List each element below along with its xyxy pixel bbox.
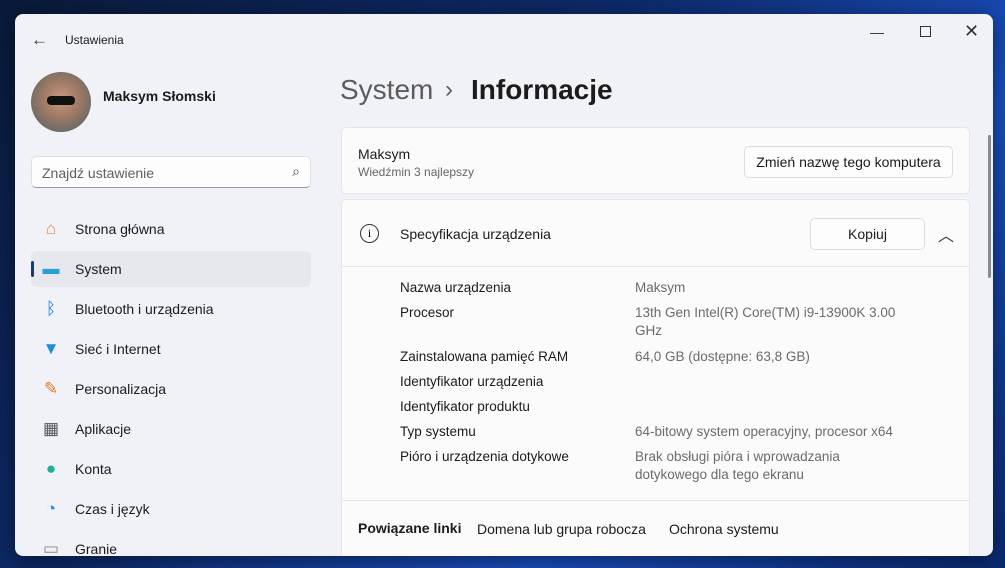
bluetooth-icon: ᛒ bbox=[45, 299, 57, 318]
sidebar-item-label: System bbox=[75, 261, 122, 277]
specs-header[interactable]: i Specyfikacja urządzenia Kopiuj ︿ bbox=[342, 200, 969, 267]
spec-label: Typ systemu bbox=[400, 424, 476, 439]
sidebar-item-2[interactable]: ᛒ Bluetooth i urządzenia bbox=[31, 291, 311, 327]
selection-indicator bbox=[31, 261, 34, 277]
spec-value: 64,0 GB (dostępne: 63,8 GB) bbox=[635, 349, 810, 364]
person-icon: ● bbox=[45, 459, 57, 478]
close-button[interactable]: ✕ bbox=[964, 21, 979, 42]
sidebar-item-label: Personalizacja bbox=[75, 381, 167, 397]
sidebar-item-1[interactable]: ▬ System bbox=[31, 251, 311, 287]
sidebar-item-label: Aplikacje bbox=[75, 421, 132, 437]
sidebar-item-3[interactable]: ▼ Sieć i Internet bbox=[31, 331, 311, 367]
apps-icon: ▦ bbox=[42, 419, 60, 438]
sidebar-item-label: Czas i język bbox=[75, 501, 150, 517]
user-name: Maksym Słomski bbox=[103, 88, 216, 104]
sidebar-item-label: Strona główna bbox=[75, 221, 165, 237]
device-specs-card: i Specyfikacja urządzenia Kopiuj ︿ Nazwa… bbox=[341, 199, 970, 556]
search-icon: ⌕ bbox=[292, 163, 300, 179]
spec-value: Brak obsługi pióra i wprowadzania dotyko… bbox=[635, 449, 840, 482]
spec-label: Identyfikator produktu bbox=[400, 399, 530, 414]
info-icon: i bbox=[360, 224, 379, 243]
link-domain-workgroup[interactable]: Domena lub grupa robocza bbox=[477, 521, 646, 537]
device-subtitle: Wiedźmin 3 najlepszy bbox=[358, 165, 475, 179]
sidebar-item-4[interactable]: ✎ Personalizacja bbox=[31, 371, 311, 407]
wifi-icon: ▼ bbox=[42, 339, 60, 358]
avatar bbox=[31, 72, 91, 132]
breadcrumb-parent[interactable]: System bbox=[340, 74, 433, 106]
sidebar-item-label: Konta bbox=[75, 461, 112, 477]
gamepad-icon: ▭ bbox=[42, 539, 60, 556]
specs-title: Specyfikacja urządzenia bbox=[400, 226, 551, 242]
settings-window: ← Ustawienia — ✕ Maksym Słomski Znajdź u… bbox=[15, 14, 993, 556]
back-button[interactable]: ← bbox=[31, 30, 48, 50]
spec-value: 64-bitowy system operacyjny, procesor x6… bbox=[635, 424, 893, 439]
related-title: Powiązane linki bbox=[358, 520, 462, 536]
sidebar-item-7[interactable]: ◔ Czas i język bbox=[31, 491, 311, 527]
breadcrumb-separator: › bbox=[445, 76, 453, 103]
spec-value: Maksym bbox=[635, 280, 686, 295]
search-input[interactable]: Znajdź ustawienie ⌕ bbox=[31, 156, 311, 188]
link-system-protection[interactable]: Ochrona systemu bbox=[669, 521, 779, 537]
device-name-card: Maksym Wiedźmin 3 najlepszy Zmień nazwę … bbox=[341, 127, 970, 194]
rename-pc-button[interactable]: Zmień nazwę tego komputera bbox=[744, 146, 953, 178]
spec-label: Identyfikator urządzenia bbox=[400, 374, 544, 389]
spec-label: Procesor bbox=[400, 305, 455, 320]
sidebar-item-8[interactable]: ▭ Granie bbox=[31, 531, 311, 556]
device-name: Maksym bbox=[358, 146, 411, 162]
sidebar-item-label: Granie bbox=[75, 541, 118, 556]
spec-value: 13th Gen Intel(R) Core(TM) i9-13900K 3.0… bbox=[635, 305, 896, 338]
brush-icon: ✎ bbox=[43, 379, 59, 398]
page-title: Informacje bbox=[471, 74, 613, 105]
sidebar-item-label: Sieć i Internet bbox=[75, 341, 161, 357]
scrollbar[interactable] bbox=[988, 135, 991, 278]
spec-label: Zainstalowana pamięć RAM bbox=[400, 349, 569, 364]
search-placeholder: Znajdź ustawienie bbox=[42, 165, 155, 181]
sidebar-item-0[interactable]: ⌂ Strona główna bbox=[31, 211, 311, 247]
minimize-button[interactable]: — bbox=[870, 24, 884, 40]
sidebar-item-6[interactable]: ● Konta bbox=[31, 451, 311, 487]
related-links: Powiązane linki Domena lub grupa robocza… bbox=[342, 500, 969, 556]
system-icon: ▬ bbox=[42, 259, 60, 278]
maximize-button[interactable] bbox=[920, 26, 931, 37]
sidebar-item-label: Bluetooth i urządzenia bbox=[75, 301, 214, 317]
home-icon: ⌂ bbox=[45, 219, 57, 238]
window-title: Ustawienia bbox=[65, 33, 124, 47]
globe-clock-icon: ◔ bbox=[45, 499, 57, 518]
spec-label: Nazwa urządzenia bbox=[400, 280, 512, 295]
sidebar-item-5[interactable]: ▦ Aplikacje bbox=[31, 411, 311, 447]
chevron-up-icon[interactable]: ︿ bbox=[938, 222, 954, 246]
copy-button[interactable]: Kopiuj bbox=[810, 218, 925, 250]
spec-label: Pióro i urządzenia dotykowe bbox=[400, 449, 569, 464]
